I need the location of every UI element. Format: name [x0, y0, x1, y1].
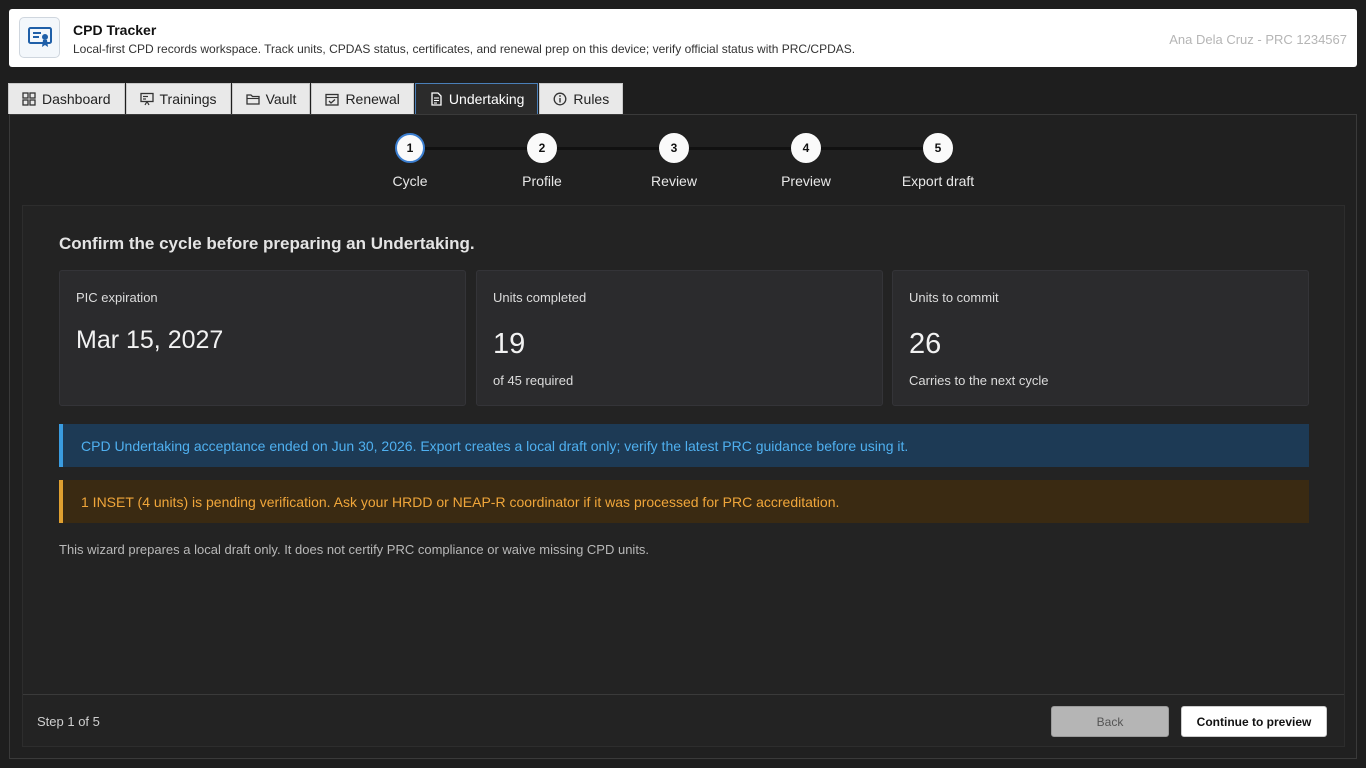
step-number: 1 — [395, 133, 425, 163]
calendar-check-icon — [325, 93, 340, 106]
disclaimer-note: This wizard prepares a local draft only.… — [59, 542, 650, 557]
step-label: Export draft — [901, 173, 975, 189]
tab-label: Undertaking — [448, 91, 525, 107]
undertaking-panel: 1 Cycle 2 Profile 3 Review 4 Preview 5 E… — [9, 114, 1357, 759]
step-number: 2 — [527, 133, 557, 163]
info-banner: CPD Undertaking acceptance ended on Jun … — [59, 424, 1309, 467]
card-label: PIC expiration — [76, 290, 158, 305]
grid-icon — [22, 92, 36, 106]
user-identity: Ana Dela Cruz - PRC 1234567 — [1169, 32, 1347, 47]
step-review[interactable]: 3 Review — [624, 133, 724, 189]
info-icon — [553, 92, 567, 106]
tab-label: Renewal — [345, 91, 400, 107]
step-number: 4 — [791, 133, 821, 163]
tab-trainings[interactable]: Trainings — [125, 83, 231, 114]
tab-label: Rules — [573, 91, 610, 107]
warning-banner-text: 1 INSET (4 units) is pending verificatio… — [81, 493, 840, 510]
tab-undertaking[interactable]: Undertaking — [414, 83, 539, 114]
folder-icon — [245, 94, 260, 105]
step-label: Profile — [522, 173, 562, 189]
step-preview[interactable]: 4 Preview — [756, 133, 856, 189]
card-subtext: Carries to the next cycle — [909, 373, 1049, 388]
units-completed-card: Units completed 19 of 45 required — [476, 270, 883, 406]
tab-renewal[interactable]: Renewal — [311, 83, 414, 114]
step-export-draft[interactable]: 5 Export draft — [888, 133, 988, 189]
tab-label: Trainings — [159, 91, 217, 107]
tab-bar: Dashboard Trainings Vault Renewal Undert… — [8, 83, 624, 114]
card-label: Units to commit — [909, 290, 999, 305]
app-header: CPD Tracker Local-first CPD records work… — [9, 9, 1357, 67]
app-subtitle: Local-first CPD records workspace. Track… — [73, 42, 856, 56]
units-to-commit-card: Units to commit 26 Carries to the next c… — [892, 270, 1309, 406]
step-heading: Confirm the cycle before preparing an Un… — [59, 234, 475, 253]
step-profile[interactable]: 2 Profile — [492, 133, 592, 189]
document-icon — [431, 92, 442, 106]
back-button[interactable]: Back — [1051, 706, 1169, 737]
tab-vault[interactable]: Vault — [231, 83, 311, 114]
pic-expiration-card: PIC expiration Mar 15, 2027 — [59, 270, 466, 406]
step-number: 5 — [923, 133, 953, 163]
wizard-stepper: 1 Cycle 2 Profile 3 Review 4 Preview 5 E… — [10, 133, 1356, 193]
certificate-icon — [19, 17, 60, 58]
card-subtext: of 45 required — [493, 373, 574, 388]
wizard-footer: Step 1 of 5 Back Continue to preview — [23, 694, 1344, 746]
card-value: Mar 15, 2027 — [76, 326, 224, 354]
tab-label: Vault — [265, 91, 297, 107]
tab-label: Dashboard — [42, 91, 111, 107]
step-label: Preview — [781, 173, 831, 189]
presentation-icon — [139, 92, 154, 106]
card-value: 26 — [909, 328, 942, 360]
warning-banner: 1 INSET (4 units) is pending verificatio… — [59, 480, 1309, 523]
card-value: 19 — [493, 328, 526, 360]
step-label: Cycle — [392, 173, 428, 189]
tab-dashboard[interactable]: Dashboard — [8, 83, 125, 114]
step-cycle[interactable]: 1 Cycle — [360, 133, 460, 189]
tab-rules[interactable]: Rules — [539, 83, 624, 114]
card-label: Units completed — [493, 290, 587, 305]
info-banner-text: CPD Undertaking acceptance ended on Jun … — [81, 437, 909, 454]
continue-to-preview-button[interactable]: Continue to preview — [1181, 706, 1327, 737]
step-content: Confirm the cycle before preparing an Un… — [22, 205, 1345, 747]
app-title: CPD Tracker — [73, 22, 157, 38]
step-counter: Step 1 of 5 — [37, 714, 100, 729]
step-number: 3 — [659, 133, 689, 163]
step-label: Review — [651, 173, 697, 189]
